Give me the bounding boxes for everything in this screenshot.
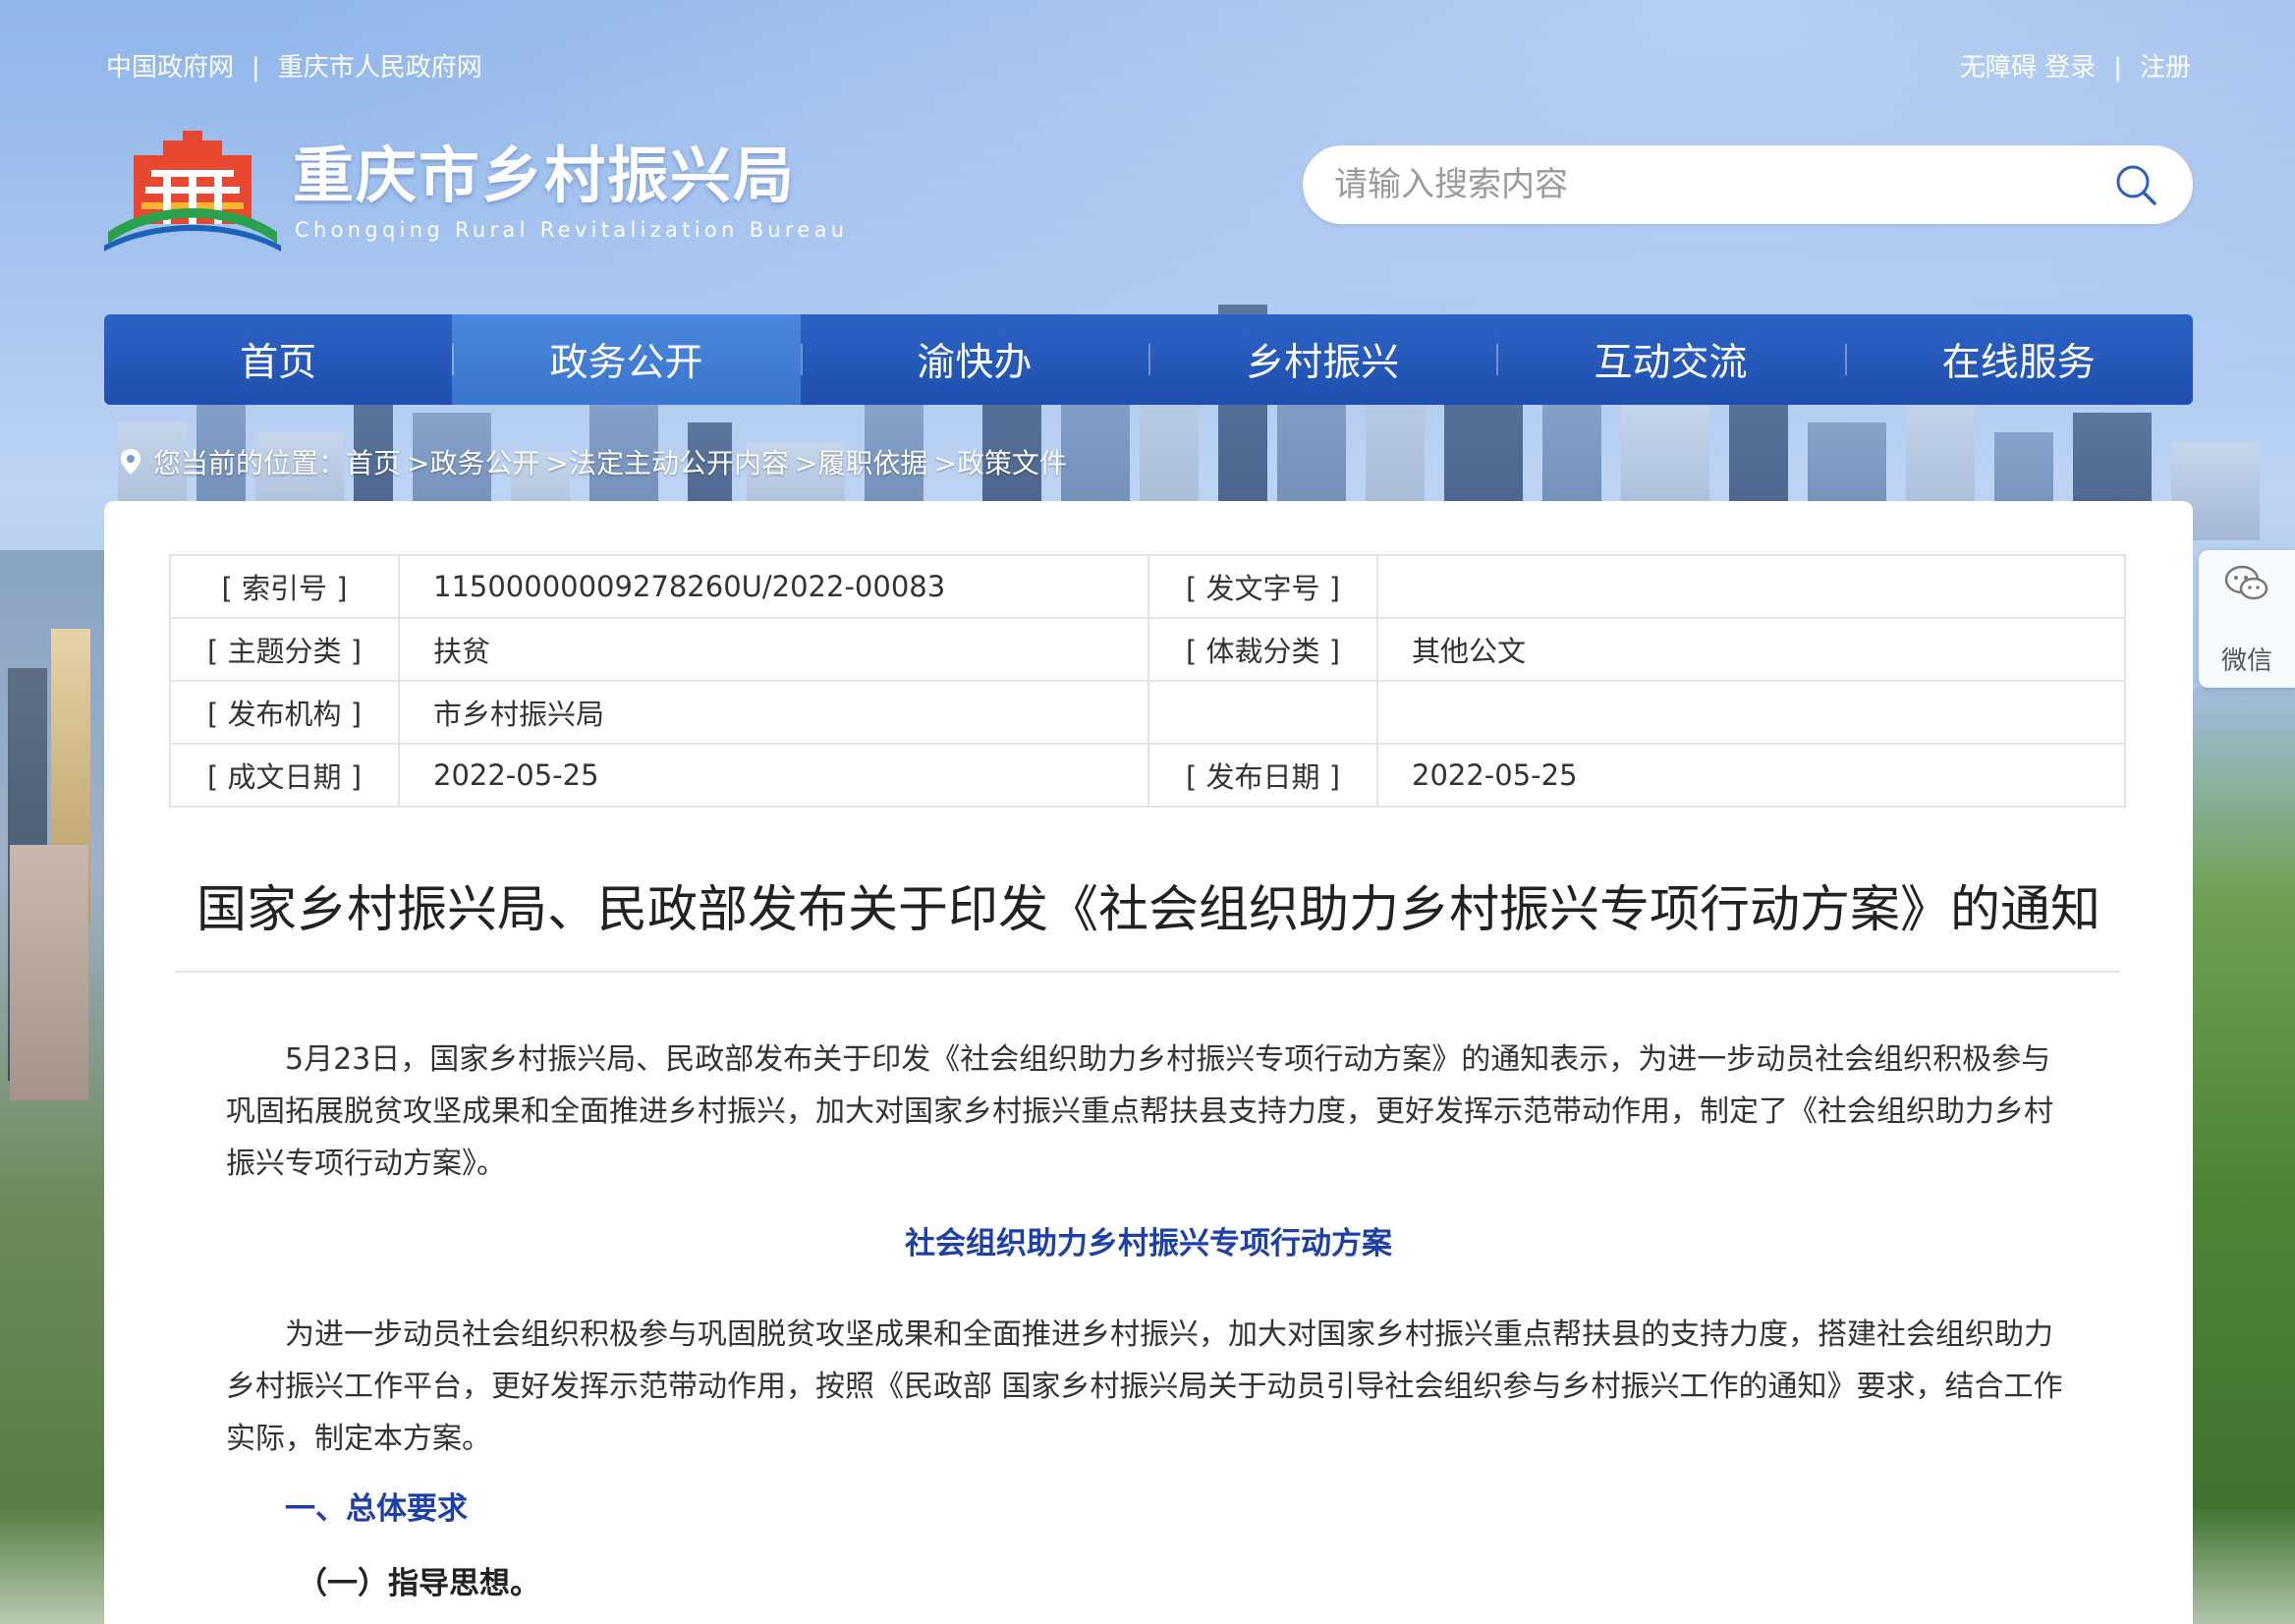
- nav-item-interaction[interactable]: 互动交流: [1496, 314, 1844, 405]
- nav-item-rural-revitalization[interactable]: 乡村振兴: [1148, 314, 1496, 405]
- written-date-label: [ 成文日期 ]: [169, 743, 400, 808]
- search-input[interactable]: [1334, 145, 2081, 224]
- issuer-value: 市乡村振兴局: [398, 680, 1149, 745]
- register-link[interactable]: 注册: [2140, 53, 2191, 83]
- issuer-label: [ 发布机构 ]: [169, 680, 400, 745]
- login-link[interactable]: 登录: [2044, 53, 2096, 83]
- index-label: [ 索引号 ]: [169, 554, 400, 619]
- nav-item-online-service[interactable]: 在线服务: [1844, 314, 2193, 405]
- nav-item-yukuaiban[interactable]: 渝快办: [800, 314, 1148, 405]
- location-pin-icon: [121, 449, 140, 475]
- title-divider: [175, 971, 2120, 973]
- article-title: 国家乡村振兴局、民政部发布关于印发《社会组织助力乡村振兴专项行动方案》的通知: [196, 881, 2100, 939]
- breadcrumb-statutory-content[interactable]: >法定主动公开内容: [546, 442, 789, 481]
- plan-title: 社会组织助力乡村振兴专项行动方案: [905, 1226, 1392, 1261]
- genre-label: [ 体裁分类 ]: [1148, 617, 1378, 682]
- breadcrumb-duty-basis[interactable]: >履职依据: [795, 442, 927, 481]
- search-box: [1303, 145, 2193, 224]
- nav-item-home[interactable]: 首页: [104, 314, 452, 405]
- separator: |: [2113, 53, 2122, 83]
- link-cq-gov[interactable]: 重庆市人民政府网: [278, 53, 482, 83]
- nav-item-gov-affairs[interactable]: 政务公开: [452, 314, 801, 405]
- content-panel: [ 索引号 ] 11500000009278260U/2022-00083 [ …: [104, 501, 2193, 1624]
- section-heading-2: （一）指导思想。: [297, 1566, 540, 1601]
- top-links-left: 中国政府网 | 重庆市人民政府网: [106, 47, 482, 84]
- topic-value: 扶贫: [398, 617, 1149, 682]
- separator: |: [252, 53, 260, 83]
- site-title: 重庆市乡村振兴局: [293, 140, 797, 211]
- topic-label: [ 主题分类 ]: [169, 617, 400, 682]
- main-nav: 首页 政务公开 渝快办 乡村振兴 互动交流 在线服务: [104, 314, 2193, 405]
- empty-cell: [1148, 680, 1378, 745]
- wechat-label: 微信: [2220, 646, 2272, 676]
- doc-no-value: [1376, 554, 2126, 619]
- bureau-logo[interactable]: [104, 116, 281, 253]
- site-subtitle: Chongqing Rural Revitalization Bureau: [295, 218, 849, 242]
- breadcrumb-home[interactable]: 首页: [346, 442, 401, 481]
- table-row: [ 索引号 ] 11500000009278260U/2022-00083 [ …: [169, 554, 2126, 619]
- table-row: [ 发布机构 ] 市乡村振兴局: [169, 680, 2126, 745]
- empty-cell: [1376, 680, 2126, 745]
- breadcrumb-policy-docs[interactable]: >政策文件: [933, 442, 1066, 481]
- article-paragraph-1: 5月23日，国家乡村振兴局、民政部发布关于印发《社会组织助力乡村振兴专项行动方案…: [226, 1042, 2053, 1181]
- table-row: [ 主题分类 ] 扶贫 [ 体裁分类 ] 其他公文: [169, 617, 2126, 682]
- genre-value: 其他公文: [1376, 617, 2126, 682]
- link-gov-cn[interactable]: 中国政府网: [106, 53, 234, 83]
- wechat-icon: [2224, 565, 2268, 600]
- section-heading-1: 一、总体要求: [285, 1491, 468, 1527]
- top-links-right: 无障碍 登录 | 注册: [1960, 47, 2191, 84]
- document-meta-table: [ 索引号 ] 11500000009278260U/2022-00083 [ …: [169, 554, 2126, 808]
- accessibility-link[interactable]: 无障碍: [1960, 53, 2037, 83]
- search-icon[interactable]: [2114, 163, 2157, 206]
- breadcrumb-gov-affairs[interactable]: >政务公开: [407, 442, 539, 481]
- doc-no-label: [ 发文字号 ]: [1148, 554, 1378, 619]
- wechat-float-button[interactable]: 微信: [2199, 550, 2295, 688]
- article-paragraph-2: 为进一步动员社会组织积极参与巩固脱贫攻坚成果和全面推进乡村振兴，加大对国家乡村振…: [226, 1317, 2063, 1456]
- published-date-value: 2022-05-25: [1376, 743, 2126, 808]
- table-row: [ 成文日期 ] 2022-05-25 [ 发布日期 ] 2022-05-25: [169, 743, 2126, 808]
- written-date-value: 2022-05-25: [398, 743, 1149, 808]
- left-city-background: [0, 550, 106, 1624]
- right-hill-background: [2187, 688, 2295, 1624]
- breadcrumb: 您当前的位置： 首页 >政务公开 >法定主动公开内容 >履职依据 >政策文件: [120, 442, 1073, 481]
- index-value: 11500000009278260U/2022-00083: [398, 554, 1149, 619]
- published-date-label: [ 发布日期 ]: [1148, 743, 1378, 808]
- breadcrumb-prefix: 您当前的位置：: [153, 447, 347, 479]
